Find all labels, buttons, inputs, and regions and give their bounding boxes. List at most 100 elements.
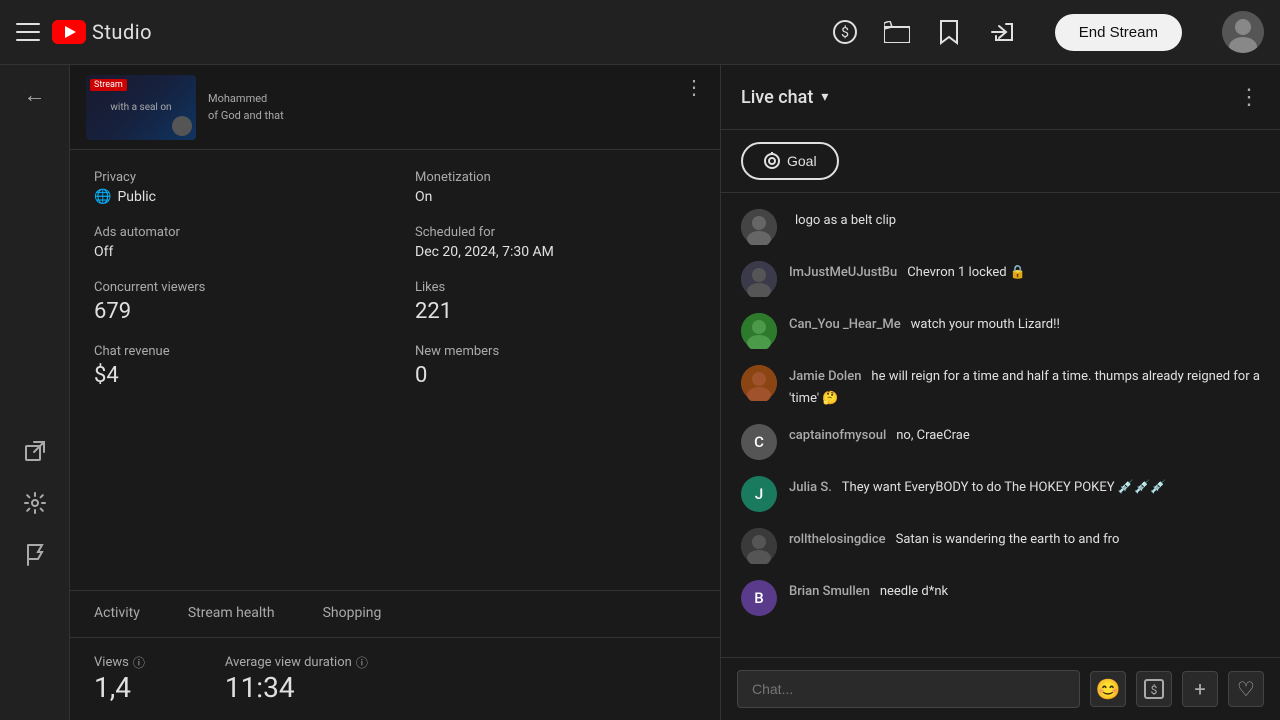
message-avatar: [741, 365, 777, 401]
chat-message: rollthelosingdice Satan is wandering the…: [721, 520, 1280, 572]
header-icons: $ End Stream: [831, 11, 1264, 53]
message-text: Satan is wandering the earth to and fro: [896, 532, 1120, 547]
chat-more-icon[interactable]: ⋮: [1238, 85, 1260, 110]
privacy-value-row: 🌐 Public: [94, 189, 375, 205]
views-value: 1,4: [94, 671, 145, 704]
globe-icon: 🌐: [94, 189, 111, 205]
add-icon[interactable]: +: [1182, 671, 1218, 707]
message-avatar: C: [741, 424, 777, 460]
right-panel: Live chat ▾ ⋮ Goal: [720, 65, 1280, 720]
detail-grid: Privacy 🌐 Public Monetization On Ads aut…: [94, 170, 696, 388]
message-content: Can_You _Hear_Me watch your mouth Lizard…: [789, 313, 1260, 335]
logo: Studio: [52, 20, 152, 44]
super-chat-icon[interactable]: $: [1136, 671, 1172, 707]
preview-line-1: Mohammed: [208, 92, 672, 105]
chevron-down-icon: ▾: [821, 89, 828, 105]
goal-icon: [763, 152, 781, 170]
heart-icon[interactable]: ♡: [1228, 671, 1264, 707]
live-chat-label: Live chat: [741, 87, 813, 108]
message-avatar: B: [741, 580, 777, 616]
clapper-icon[interactable]: [883, 18, 911, 46]
preview-avatar: [172, 116, 192, 136]
youtube-icon: [52, 20, 86, 44]
center-panel: with a seal on Stream Mohammed of God an…: [70, 65, 720, 720]
avg-value: 11:34: [225, 671, 368, 704]
privacy-section: Privacy 🌐 Public: [94, 170, 375, 205]
message-avatar: J: [741, 476, 777, 512]
monetization-icon[interactable]: $: [831, 18, 859, 46]
emoji-icon[interactable]: 😊: [1090, 671, 1126, 707]
message-avatar: [741, 528, 777, 564]
stream-details: Privacy 🌐 Public Monetization On Ads aut…: [70, 150, 720, 590]
message-text: Chevron 1 locked 🔒: [907, 265, 1026, 280]
preview-info: Mohammed of God and that: [208, 92, 672, 122]
sidebar-settings-icon[interactable]: [21, 489, 49, 517]
viewers-label: Concurrent viewers: [94, 280, 375, 295]
bookmark-icon[interactable]: [935, 18, 963, 46]
views-label: Views ⓘ: [94, 654, 145, 671]
message-text: They want EveryBODY to do The HOKEY POKE…: [842, 480, 1167, 495]
message-avatar: [741, 313, 777, 349]
scheduled-value: Dec 20, 2024, 7:30 AM: [415, 244, 696, 260]
sidebar-flag-icon[interactable]: [21, 541, 49, 569]
new-members-section: New members 0: [415, 344, 696, 388]
chat-title[interactable]: Live chat ▾: [741, 87, 828, 108]
message-content: rollthelosingdice Satan is wandering the…: [789, 528, 1260, 550]
sidebar-external-icon[interactable]: [21, 437, 49, 465]
privacy-label: Privacy: [94, 170, 375, 185]
chat-message: J Julia S. They want EveryBODY to do The…: [721, 468, 1280, 520]
message-username: Brian Smullen: [789, 584, 870, 599]
chat-message: Jamie Dolen he will reign for a time and…: [721, 357, 1280, 416]
header: Studio $ End Strea: [0, 0, 1280, 65]
message-username: Jamie Dolen: [789, 369, 861, 384]
hamburger-menu[interactable]: [16, 23, 40, 41]
sidebar-back-icon[interactable]: ←: [21, 81, 49, 109]
preview-more-icon[interactable]: ⋮: [684, 75, 704, 99]
chat-revenue-section: Chat revenue $4: [94, 344, 375, 388]
tab-stream-health[interactable]: Stream health: [164, 591, 299, 637]
avg-stat: Average view duration ⓘ 11:34: [225, 654, 368, 704]
views-info-icon[interactable]: ⓘ: [133, 654, 145, 671]
likes-value: 221: [415, 299, 696, 324]
avg-info-icon[interactable]: ⓘ: [356, 654, 368, 671]
bottom-stats: Views ⓘ 1,4 Average view duration ⓘ 11:3…: [70, 637, 720, 720]
new-members-value: 0: [415, 363, 696, 388]
ads-label: Ads automator: [94, 225, 375, 240]
message-content: Jamie Dolen he will reign for a time and…: [789, 365, 1260, 408]
chat-message: ImJustMeUJustBu Chevron 1 locked 🔒: [721, 253, 1280, 305]
message-username: rollthelosingdice: [789, 532, 886, 547]
chat-revenue-value: $4: [94, 363, 375, 388]
ads-section: Ads automator Off: [94, 225, 375, 260]
avatar[interactable]: [1222, 11, 1264, 53]
views-stat: Views ⓘ 1,4: [94, 654, 145, 704]
chat-message: Can_You _Hear_Me watch your mouth Lizard…: [721, 305, 1280, 357]
monetization-value: On: [415, 189, 696, 205]
message-content: Brian Smullen needle d*nk: [789, 580, 1260, 602]
share-icon[interactable]: [987, 18, 1015, 46]
chat-revenue-label: Chat revenue: [94, 344, 375, 359]
message-username: captainofmysoul: [789, 428, 886, 443]
viewers-section: Concurrent viewers 679: [94, 280, 375, 324]
tab-shopping[interactable]: Shopping: [299, 591, 406, 637]
message-username: Julia S.: [789, 480, 832, 495]
message-text: logo as a belt clip: [795, 213, 896, 228]
message-text: no, CraeCrae: [896, 428, 970, 443]
chat-input-area: 😊 $ + ♡: [721, 657, 1280, 720]
end-stream-button[interactable]: End Stream: [1055, 14, 1182, 51]
preview-thumbnail: with a seal on Stream: [86, 75, 196, 140]
scheduled-section: Scheduled for Dec 20, 2024, 7:30 AM: [415, 225, 696, 260]
message-username: Can_You _Hear_Me: [789, 317, 901, 332]
chat-message: C captainofmysoul no, CraeCrae: [721, 416, 1280, 468]
message-content: captainofmysoul no, CraeCrae: [789, 424, 1260, 446]
message-username: ImJustMeUJustBu: [789, 265, 897, 280]
privacy-value: Public: [117, 189, 156, 205]
message-avatar: [741, 209, 777, 245]
tab-activity[interactable]: Activity: [70, 591, 164, 637]
goal-button[interactable]: Goal: [741, 142, 839, 180]
chat-input[interactable]: [737, 670, 1080, 708]
chat-messages[interactable]: logo as a belt clip ImJustMeUJustBu Chev…: [721, 193, 1280, 657]
chat-message: B Brian Smullen needle d*nk: [721, 572, 1280, 624]
message-content: ImJustMeUJustBu Chevron 1 locked 🔒: [789, 261, 1260, 283]
scheduled-label: Scheduled for: [415, 225, 696, 240]
likes-label: Likes: [415, 280, 696, 295]
